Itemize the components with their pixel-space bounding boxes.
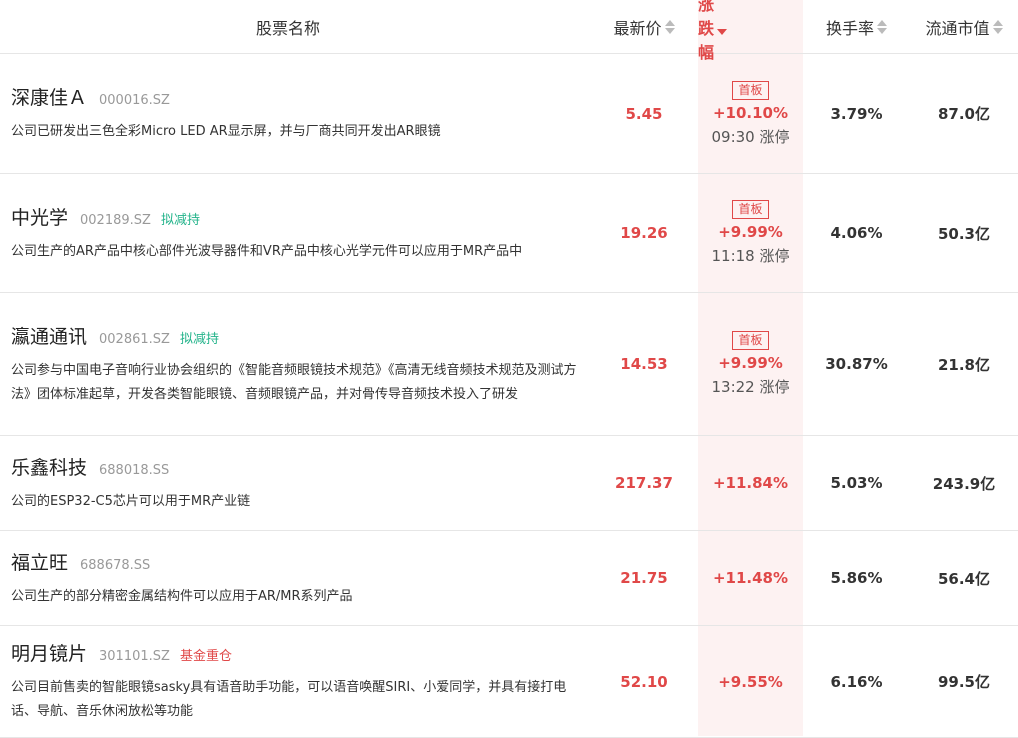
stock-name[interactable]: 福立旺 (11, 548, 68, 575)
stock-name[interactable]: 乐鑫科技 (11, 453, 87, 480)
limit-up-time: 09:30 涨停 (711, 127, 790, 146)
change-percent: +10.10% (712, 103, 789, 122)
change-percent: +11.84% (712, 474, 789, 492)
turnover-cell: 4.06% (830, 224, 883, 242)
stock-info-cell: 瀛通通讯 002861.SZ 拟减持 公司参与中国电子音响行业协会组织的《智能音… (0, 322, 590, 407)
header-market-cap[interactable]: 流通市值 (910, 15, 1018, 39)
turnover-cell: 5.03% (830, 474, 883, 492)
sort-icon[interactable] (664, 19, 675, 34)
table-row[interactable]: 福立旺 688678.SS 公司生产的部分精密金属结构件可以应用于AR/MR系列… (0, 531, 1018, 626)
price-cell: 217.37 (615, 474, 673, 492)
header-turnover[interactable]: 换手率 (803, 15, 910, 39)
turnover-cell: 30.87% (825, 355, 888, 373)
stock-name[interactable]: 瀛通通讯 (11, 322, 87, 349)
table-header: 股票名称 最新价 涨跌幅 换手率 流通市值 (0, 0, 1018, 62)
change-percent: +9.55% (718, 672, 783, 691)
change-cell: +11.48% (698, 569, 803, 587)
stock-description: 公司的ESP32-C5芯片可以用于MR产业链 (11, 493, 251, 509)
table-row[interactable]: 乐鑫科技 688018.SS 公司的ESP32-C5芯片可以用于MR产业链 21… (0, 436, 1018, 531)
stock-info-cell: 福立旺 688678.SS 公司生产的部分精密金属结构件可以应用于AR/MR系列… (0, 548, 590, 609)
header-turnover-label: 换手率 (825, 18, 874, 38)
market-cap-cell: 21.8亿 (937, 355, 990, 374)
stock-description: 公司已研发出三色全彩Micro LED AR显示屏，并与厂商共同开发出AR眼镜 (11, 124, 441, 139)
sort-desc-icon[interactable] (717, 28, 803, 35)
stock-code: 002189.SZ (80, 212, 151, 228)
header-market-cap-label: 流通市值 (925, 18, 990, 38)
table-row[interactable]: 明月镜片 301101.SZ 基金重仓 公司目前售卖的智能眼镜sasky具有语音… (0, 626, 1018, 738)
change-cell: +9.55% (698, 673, 803, 691)
first-board-badge: 首板 (732, 80, 769, 100)
price-cell: 14.53 (620, 355, 668, 373)
header-price-label: 最新价 (613, 18, 662, 38)
market-cap-cell: 87.0亿 (937, 105, 990, 123)
stock-description: 公司参与中国电子音响行业协会组织的《智能音频眼镜技术规范》《高清无线音频技术规范… (11, 362, 577, 402)
stock-name[interactable]: 明月镜片 (11, 639, 87, 666)
sort-icon[interactable] (877, 19, 887, 34)
change-cell: +11.84% (698, 474, 803, 492)
market-cap-cell: 99.5亿 (937, 673, 990, 691)
table-row[interactable]: 瀛通通讯 002861.SZ 拟减持 公司参与中国电子音响行业协会组织的《智能音… (0, 293, 1018, 436)
change-percent: +9.99% (718, 223, 783, 241)
price-cell: 21.75 (620, 569, 668, 587)
stock-description: 公司生产的部分精密金属结构件可以应用于AR/MR系列产品 (11, 588, 353, 604)
change-percent: +11.48% (712, 569, 789, 587)
price-cell: 5.45 (625, 104, 663, 123)
change-cell: 首板 +10.10% 09:30 涨停 (698, 80, 803, 147)
price-cell: 19.26 (620, 224, 668, 242)
table-row[interactable]: 中光学 002189.SZ 拟减持 公司生产的AR产品中核心部件光波导器件和VR… (0, 174, 1018, 293)
stock-table: 股票名称 最新价 涨跌幅 换手率 流通市值 深康佳Ａ 000016.SZ 公司已… (0, 0, 1018, 738)
stock-description: 公司目前售卖的智能眼镜sasky具有语音助手功能，可以语音唤醒SIRI、小爱同学… (11, 680, 567, 719)
stock-name[interactable]: 深康佳Ａ (11, 83, 87, 110)
stock-info-cell: 中光学 002189.SZ 拟减持 公司生产的AR产品中核心部件光波导器件和VR… (0, 203, 590, 264)
stock-code: 000016.SZ (99, 93, 170, 108)
stock-tag: 拟减持 (179, 331, 219, 347)
turnover-cell: 3.79% (830, 104, 883, 123)
first-board-badge: 首板 (732, 331, 769, 350)
change-cell: 首板 +9.99% 11:18 涨停 (698, 200, 803, 266)
limit-up-time: 11:18 涨停 (711, 247, 790, 265)
stock-code: 688018.SS (99, 462, 170, 478)
stock-info-cell: 明月镜片 301101.SZ 基金重仓 公司目前售卖的智能眼镜sasky具有语音… (0, 639, 590, 724)
turnover-cell: 5.86% (830, 569, 883, 587)
change-cell: 首板 +9.99% 13:22 涨停 (698, 331, 803, 397)
stock-description: 公司生产的AR产品中核心部件光波导器件和VR产品中核心光学元件可以应用于MR产品… (11, 243, 523, 259)
stock-code: 301101.SZ (99, 649, 170, 664)
market-cap-cell: 56.4亿 (937, 569, 990, 588)
first-board-badge: 首板 (732, 200, 769, 219)
market-cap-cell: 50.3亿 (937, 224, 990, 243)
stock-code: 002861.SZ (99, 331, 170, 347)
market-cap-cell: 243.9亿 (932, 474, 996, 493)
stock-info-cell: 深康佳Ａ 000016.SZ 公司已研发出三色全彩Micro LED AR显示屏… (0, 83, 590, 144)
change-percent: +9.99% (718, 354, 783, 372)
table-body: 深康佳Ａ 000016.SZ 公司已研发出三色全彩Micro LED AR显示屏… (0, 54, 1018, 738)
turnover-cell: 6.16% (830, 672, 883, 691)
stock-tag: 拟减持 (160, 212, 200, 228)
price-cell: 52.10 (620, 672, 668, 691)
header-price[interactable]: 最新价 (590, 15, 698, 39)
table-row[interactable]: 深康佳Ａ 000016.SZ 公司已研发出三色全彩Micro LED AR显示屏… (0, 54, 1018, 174)
header-stock-name: 股票名称 (256, 18, 321, 38)
stock-info-cell: 乐鑫科技 688018.SS 公司的ESP32-C5芯片可以用于MR产业链 (0, 453, 590, 514)
stock-name[interactable]: 中光学 (11, 203, 68, 230)
limit-up-time: 13:22 涨停 (711, 378, 790, 396)
stock-tag: 基金重仓 (179, 649, 232, 664)
sort-icon[interactable] (992, 19, 1003, 34)
stock-code: 688678.SS (80, 557, 151, 573)
